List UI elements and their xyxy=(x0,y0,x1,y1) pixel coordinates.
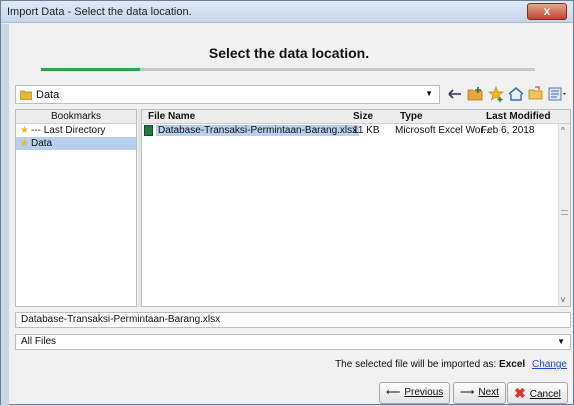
location-value: Data xyxy=(36,89,60,101)
file-modified: Feb 6, 2018 xyxy=(481,125,535,136)
bookmark-last-directory[interactable]: ★ --- Last Directory xyxy=(16,124,136,137)
column-header-size[interactable]: Size xyxy=(353,110,373,123)
folder-open-icon[interactable] xyxy=(527,85,545,103)
bookmark-data[interactable]: ★ Data xyxy=(16,137,136,150)
import-format-note: The selected file will be imported as: E… xyxy=(335,359,567,370)
cancel-button[interactable]: ✖ Cancel xyxy=(507,382,568,404)
table-row[interactable]: Database-Transaksi-Permintaan-Barang.xls… xyxy=(142,124,560,137)
folder-icon xyxy=(20,90,32,100)
wizard-progress-bar xyxy=(41,68,535,71)
file-type: Microsoft Excel Wor... xyxy=(395,125,492,136)
file-type-filter[interactable]: All Files ▼ xyxy=(15,334,571,350)
close-button[interactable]: x xyxy=(527,3,567,20)
scrollbar-thumb[interactable] xyxy=(561,210,568,215)
title-bar: Import Data - Select the data location. … xyxy=(1,1,573,23)
column-header-last-modified[interactable]: Last Modified xyxy=(486,110,550,123)
import-dialog: Import Data - Select the data location. … xyxy=(0,0,574,406)
file-name-input[interactable]: Database-Transaksi-Permintaan-Barang.xls… xyxy=(15,312,571,328)
bookmarks-header: Bookmarks xyxy=(16,110,136,124)
file-list: File Name Size Type Last Modified Databa… xyxy=(141,109,571,307)
new-folder-icon[interactable] xyxy=(466,85,484,103)
import-note-prefix: The selected file will be imported as: xyxy=(335,359,497,370)
arrow-right-icon: ⟶ xyxy=(460,387,475,398)
chevron-down-icon: ▼ xyxy=(425,89,433,98)
import-format: Excel xyxy=(499,359,526,370)
file-name: Database-Transaksi-Permintaan-Barang.xls… xyxy=(156,125,360,136)
vertical-scrollbar[interactable]: ^ v xyxy=(558,124,570,306)
next-button[interactable]: ⟶ Next xyxy=(453,382,506,404)
filter-value: All Files xyxy=(21,336,57,347)
location-combo[interactable]: Data ▼ xyxy=(15,85,440,104)
view-menu-icon[interactable] xyxy=(547,85,569,103)
home-icon[interactable] xyxy=(507,85,525,103)
wizard-progress-fill xyxy=(41,68,140,71)
previous-button[interactable]: ⟵ Previous xyxy=(379,382,451,404)
next-label: Next xyxy=(478,387,499,398)
chevron-down-icon: ▼ xyxy=(557,337,565,346)
arrow-left-icon: ⟵ xyxy=(386,387,401,398)
window-title: Import Data - Select the data location. xyxy=(7,6,192,18)
back-arrow-icon[interactable] xyxy=(446,85,464,103)
change-format-link[interactable]: Change xyxy=(532,359,567,370)
column-header-file-name[interactable]: File Name xyxy=(148,110,195,123)
file-size: 11 KB xyxy=(353,125,380,136)
excel-file-icon xyxy=(144,125,153,136)
close-icon: ✖ xyxy=(514,385,526,401)
previous-label: Previous xyxy=(404,387,444,398)
bookmark-label: Data xyxy=(30,138,53,149)
column-header-type[interactable]: Type xyxy=(400,110,423,123)
bookmark-label: --- Last Directory xyxy=(30,125,106,136)
bookmarks-panel: Bookmarks ★ --- Last Directory ★ Data xyxy=(15,109,137,307)
star-icon: ★ xyxy=(20,138,29,149)
cancel-label: Cancel xyxy=(529,389,561,400)
chevron-up-icon[interactable]: ^ xyxy=(561,126,565,135)
star-icon: ★ xyxy=(20,125,29,136)
window-left-edge xyxy=(1,24,9,406)
file-list-header: File Name Size Type Last Modified xyxy=(142,110,570,124)
page-title: Select the data location. xyxy=(208,45,370,61)
favorite-star-icon[interactable] xyxy=(487,85,505,103)
chevron-down-icon[interactable]: v xyxy=(561,295,565,304)
